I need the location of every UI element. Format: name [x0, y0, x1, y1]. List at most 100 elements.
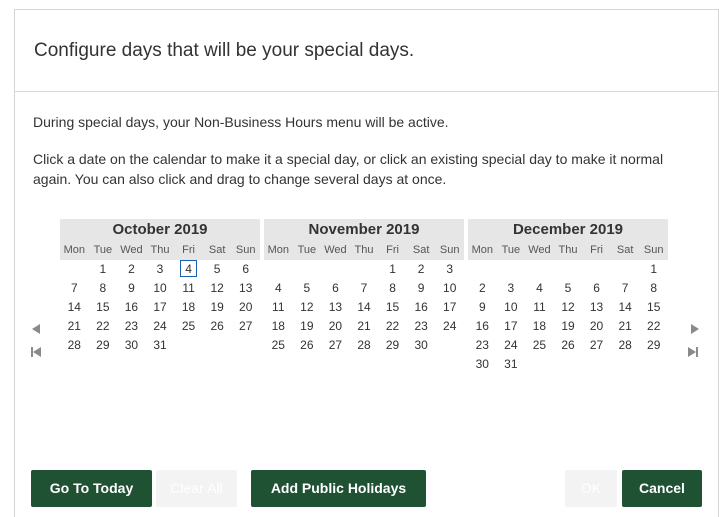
calendar-day[interactable]: 27 [321, 336, 350, 355]
calendar-day[interactable]: 10 [497, 298, 526, 317]
calendar-day[interactable]: 12 [554, 298, 583, 317]
calendar-day[interactable]: 11 [174, 279, 203, 298]
calendar-day[interactable]: 25 [174, 317, 203, 336]
ok-button[interactable]: OK [565, 470, 617, 507]
calendar-day[interactable]: 19 [203, 298, 232, 317]
calendar-day[interactable]: 17 [435, 298, 464, 317]
calendar-day[interactable]: 11 [264, 298, 293, 317]
calendar-day[interactable]: 2 [407, 260, 436, 279]
calendar-day[interactable]: 30 [117, 336, 146, 355]
calendar-day[interactable]: 13 [231, 279, 260, 298]
calendar-day[interactable]: 18 [525, 317, 554, 336]
calendar-day[interactable]: 3 [146, 260, 175, 279]
calendar-day[interactable]: 29 [639, 336, 668, 355]
calendar-day[interactable]: 4 [264, 279, 293, 298]
calendar-day[interactable]: 5 [203, 260, 232, 279]
calendar-day-today[interactable]: 4 [174, 260, 203, 279]
calendar-day[interactable]: 21 [611, 317, 640, 336]
calendar-day[interactable]: 30 [468, 355, 497, 374]
calendar-day[interactable]: 14 [60, 298, 89, 317]
calendar-day[interactable]: 20 [321, 317, 350, 336]
next-month-button[interactable] [691, 324, 699, 334]
calendar-day[interactable]: 27 [231, 317, 260, 336]
calendar-day[interactable]: 13 [582, 298, 611, 317]
calendar-day[interactable]: 15 [639, 298, 668, 317]
calendar-day[interactable]: 13 [321, 298, 350, 317]
add-public-holidays-button[interactable]: Add Public Holidays [251, 470, 426, 507]
calendar-day[interactable]: 24 [497, 336, 526, 355]
calendar-day[interactable]: 18 [264, 317, 293, 336]
cancel-button[interactable]: Cancel [622, 470, 702, 507]
calendar-day[interactable]: 2 [117, 260, 146, 279]
calendar-day[interactable]: 8 [378, 279, 407, 298]
calendar-day[interactable]: 12 [203, 279, 232, 298]
calendar-day[interactable]: 22 [378, 317, 407, 336]
calendar-day[interactable]: 6 [231, 260, 260, 279]
calendar-day[interactable]: 5 [554, 279, 583, 298]
calendar-day[interactable]: 23 [407, 317, 436, 336]
calendar-day[interactable]: 4 [525, 279, 554, 298]
calendar-day[interactable]: 26 [293, 336, 322, 355]
calendar-day[interactable]: 3 [435, 260, 464, 279]
calendar-day[interactable]: 30 [407, 336, 436, 355]
calendar-day[interactable]: 1 [639, 260, 668, 279]
calendar-day[interactable]: 17 [146, 298, 175, 317]
calendar-day[interactable]: 24 [435, 317, 464, 336]
calendar-day[interactable]: 26 [554, 336, 583, 355]
calendar-day[interactable]: 25 [525, 336, 554, 355]
calendar-day[interactable]: 8 [639, 279, 668, 298]
calendar-day[interactable]: 9 [407, 279, 436, 298]
calendar-day[interactable]: 22 [89, 317, 118, 336]
calendar-day[interactable]: 17 [497, 317, 526, 336]
calendar-day[interactable]: 26 [203, 317, 232, 336]
calendar-day[interactable]: 16 [468, 317, 497, 336]
first-month-button[interactable] [31, 347, 41, 357]
calendar-day[interactable]: 7 [60, 279, 89, 298]
calendar-day[interactable]: 23 [468, 336, 497, 355]
calendar-day[interactable]: 29 [378, 336, 407, 355]
calendar-day[interactable]: 7 [350, 279, 379, 298]
last-month-button[interactable] [688, 347, 698, 357]
calendar-day[interactable]: 12 [293, 298, 322, 317]
calendar-day[interactable]: 22 [639, 317, 668, 336]
calendar-day[interactable]: 21 [350, 317, 379, 336]
calendar-day[interactable]: 7 [611, 279, 640, 298]
calendar-day[interactable]: 8 [89, 279, 118, 298]
calendar-day[interactable]: 15 [378, 298, 407, 317]
calendar-day[interactable]: 5 [293, 279, 322, 298]
calendar-day[interactable]: 14 [350, 298, 379, 317]
calendar-day[interactable]: 31 [497, 355, 526, 374]
calendar-day[interactable]: 11 [525, 298, 554, 317]
calendar-day[interactable]: 21 [60, 317, 89, 336]
calendar-day[interactable]: 10 [435, 279, 464, 298]
calendar-day[interactable]: 2 [468, 279, 497, 298]
calendar-day[interactable]: 9 [468, 298, 497, 317]
calendar-day[interactable]: 6 [582, 279, 611, 298]
previous-month-button[interactable] [32, 324, 40, 334]
calendar-day[interactable]: 28 [350, 336, 379, 355]
calendar-day[interactable]: 19 [554, 317, 583, 336]
calendar-day[interactable]: 27 [582, 336, 611, 355]
go-to-today-button[interactable]: Go To Today [31, 470, 152, 507]
calendar-day[interactable]: 16 [117, 298, 146, 317]
calendar-day[interactable]: 19 [293, 317, 322, 336]
calendar-day[interactable]: 23 [117, 317, 146, 336]
calendar-day[interactable]: 16 [407, 298, 436, 317]
calendar-day[interactable]: 6 [321, 279, 350, 298]
calendar-day[interactable]: 20 [231, 298, 260, 317]
calendar-day[interactable]: 15 [89, 298, 118, 317]
calendar-day[interactable]: 29 [89, 336, 118, 355]
calendar-day[interactable]: 1 [378, 260, 407, 279]
clear-all-button[interactable]: Clear All [156, 470, 237, 507]
calendar-day[interactable]: 3 [497, 279, 526, 298]
calendar-day[interactable]: 24 [146, 317, 175, 336]
calendar-day[interactable]: 1 [89, 260, 118, 279]
calendar-day[interactable]: 31 [146, 336, 175, 355]
calendar-day[interactable]: 10 [146, 279, 175, 298]
calendar-day[interactable]: 20 [582, 317, 611, 336]
calendar-day[interactable]: 14 [611, 298, 640, 317]
calendar-day[interactable]: 9 [117, 279, 146, 298]
calendar-day[interactable]: 28 [60, 336, 89, 355]
calendar-day[interactable]: 18 [174, 298, 203, 317]
calendar-day[interactable]: 25 [264, 336, 293, 355]
